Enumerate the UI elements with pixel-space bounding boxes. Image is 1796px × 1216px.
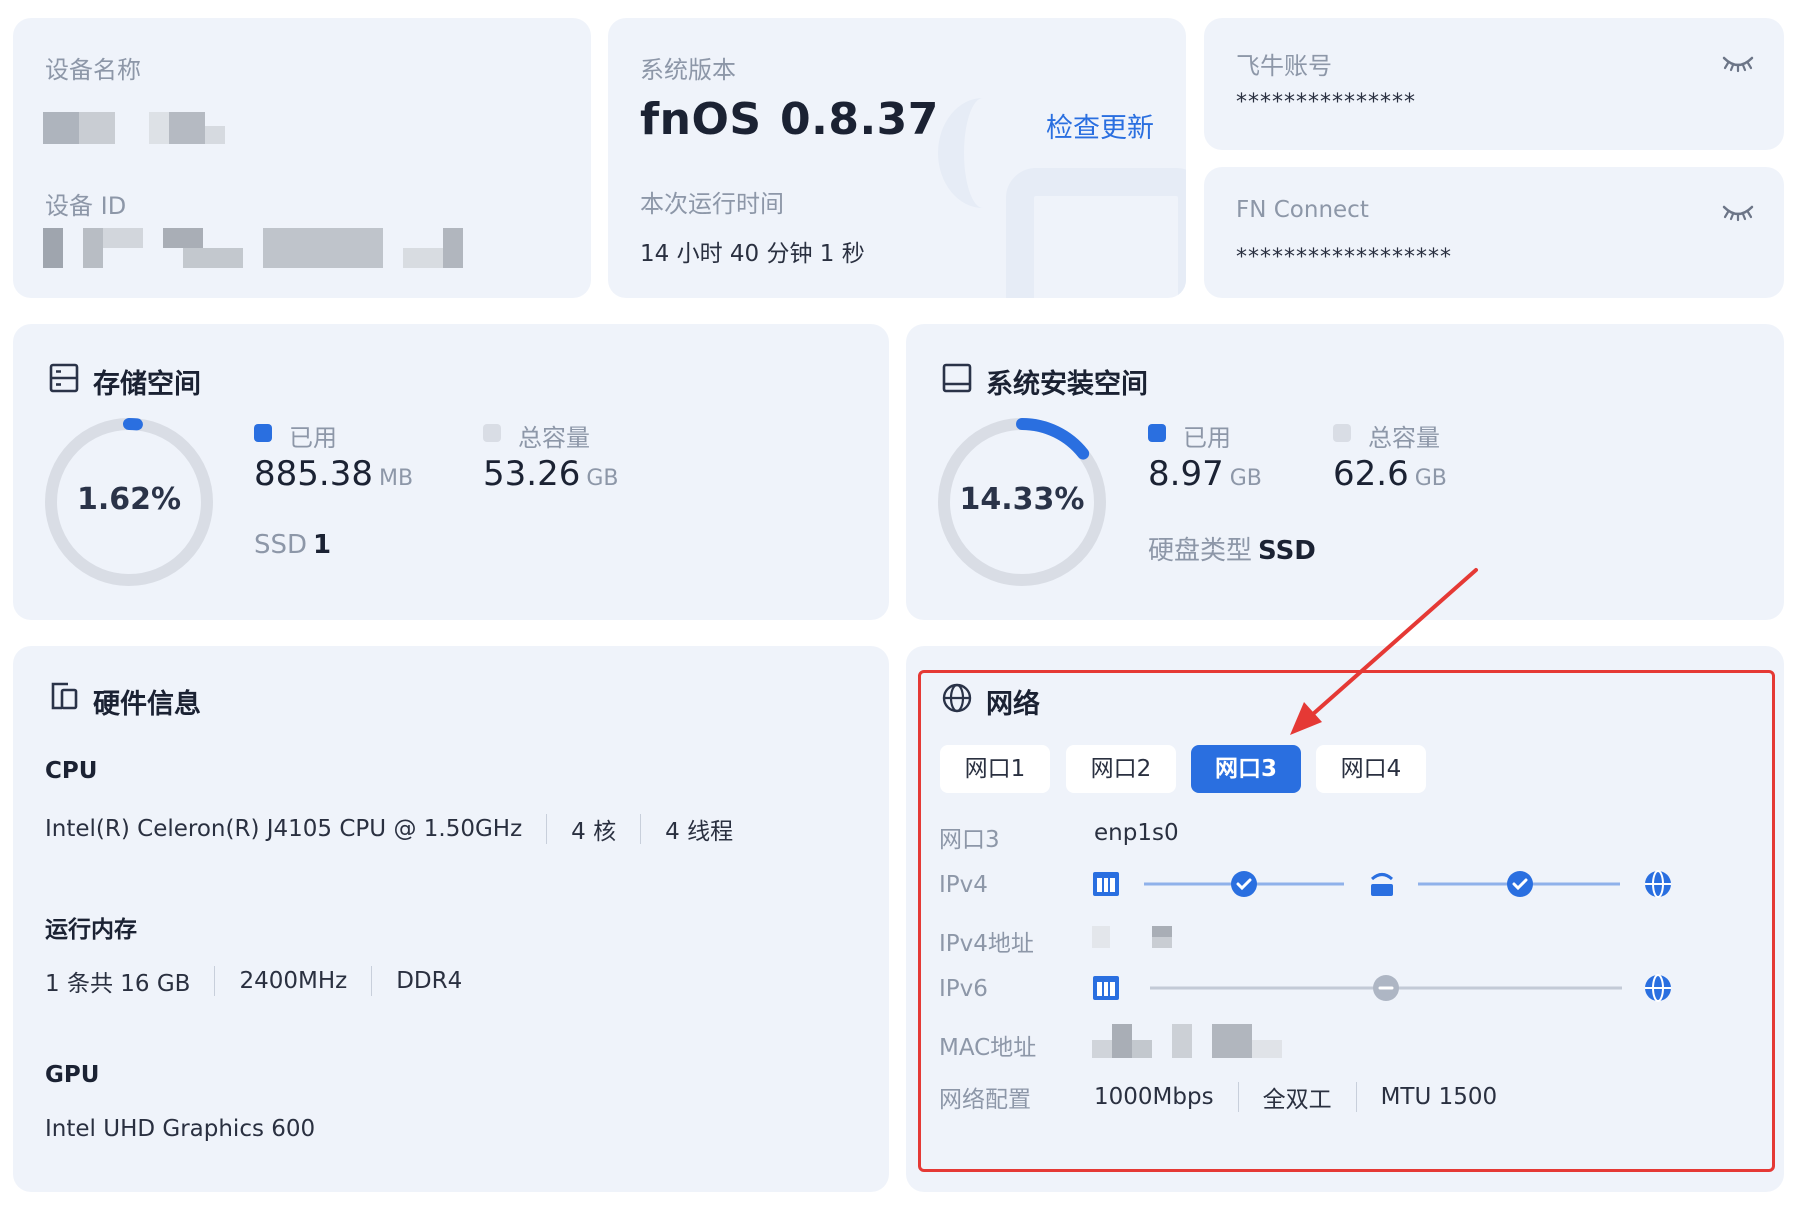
storage-disk-count: SSD 1: [254, 530, 332, 560]
system-version-label: 系统版本: [640, 56, 736, 84]
ipv4-address-label: IPv4地址: [939, 931, 1034, 957]
tab-port-4[interactable]: 网口4: [1316, 745, 1426, 793]
system-version-card: 系统版本 fnOS 0.8.37 检查更新 本次运行时间 14 小时 40 分钟…: [608, 18, 1186, 298]
cpu-model: Intel(R) Celeron(R) J4105 CPU @ 1.50GHz: [45, 816, 523, 842]
ipv6-connection-path: [1093, 974, 1671, 1002]
gpu-model: Intel UHD Graphics 600: [45, 1116, 316, 1142]
uptime-label: 本次运行时间: [640, 190, 784, 218]
port-interface: enp1s0: [1094, 820, 1179, 846]
cpu-label: CPU: [45, 758, 98, 784]
storage-total-value: 53.26 GB: [483, 454, 619, 494]
device-name-redacted: [43, 102, 233, 146]
hardware-info-card: 硬件信息 CPU Intel(R) Celeron(R) J4105 CPU @…: [13, 646, 889, 1192]
link-speed: 1000Mbps: [1094, 1084, 1214, 1110]
memory-speed: 2400MHz: [239, 968, 348, 994]
devices-icon: [51, 682, 78, 710]
ipv4-connection-path: [1093, 870, 1671, 898]
used-legend-swatch: [1148, 424, 1166, 442]
device-id-label: 设备 ID: [45, 192, 127, 220]
decorative-logo-watermark: [1006, 168, 1186, 298]
mac-address-label: MAC地址: [939, 1035, 1037, 1061]
memory-size: 1 条共 16 GB: [45, 971, 191, 997]
storage-card: 存储空间 1.62% 已用 总容量 885.38 MB 53.26 GB SSD 1: [13, 324, 889, 620]
divider: [546, 814, 548, 844]
gpu-label: GPU: [45, 1062, 100, 1088]
tab-port-3[interactable]: 网口3: [1191, 745, 1301, 793]
network-config-label: 网络配置: [939, 1087, 1031, 1113]
fn-connect-masked: ******************: [1236, 245, 1452, 270]
device-card: 设备名称 设备 ID: [13, 18, 591, 298]
system-space-total-value: 62.6 GB: [1333, 454, 1447, 494]
drive-icon: [942, 363, 972, 393]
os-version: 0.8.37: [780, 94, 939, 145]
cpu-cores: 4 核: [571, 819, 617, 845]
divider: [371, 966, 373, 996]
fn-account-label: 飞牛账号: [1236, 52, 1332, 80]
hardware-title: 硬件信息: [93, 689, 201, 720]
total-legend-swatch: [1333, 424, 1351, 442]
tab-port-1[interactable]: 网口1: [940, 745, 1050, 793]
storage-icon: [49, 363, 79, 393]
memory-info-row: 1 条共 16 GB 2400MHz DDR4: [45, 964, 462, 998]
eye-closed-icon[interactable]: [1722, 203, 1754, 223]
ipv6-label: IPv6: [939, 976, 988, 1002]
network-config-row: 1000Mbps 全双工 MTU 1500: [1094, 1080, 1497, 1114]
fn-connect-card: FN Connect ******************: [1204, 167, 1784, 298]
memory-label: 运行内存: [45, 917, 137, 943]
system-space-used-label: 已用: [1183, 424, 1231, 452]
port-label: 网口3: [939, 827, 1000, 853]
device-id-redacted: [43, 228, 493, 268]
ipv4-label: IPv4: [939, 872, 988, 898]
uptime-value: 14 小时 40 分钟 1 秒: [640, 241, 865, 267]
gpu-info-row: Intel UHD Graphics 600: [45, 1116, 315, 1142]
system-space-used-value: 8.97 GB: [1148, 454, 1262, 494]
system-space-title: 系统安装空间: [986, 369, 1148, 400]
divider: [214, 966, 216, 996]
cpu-threads: 4 线程: [665, 819, 734, 845]
tab-port-2[interactable]: 网口2: [1066, 745, 1176, 793]
duplex-mode: 全双工: [1262, 1087, 1332, 1113]
total-legend-swatch: [483, 424, 501, 442]
decorative-swirl: [938, 98, 1028, 208]
divider: [1355, 1082, 1357, 1112]
used-legend-swatch: [254, 424, 272, 442]
fn-account-card: 飞牛账号 ***************: [1204, 18, 1784, 150]
check-update-link[interactable]: 检查更新: [1046, 106, 1154, 145]
os-name: fnOS: [640, 94, 762, 145]
storage-total-label: 总容量: [518, 424, 590, 452]
divider: [640, 814, 642, 844]
device-name-label: 设备名称: [45, 56, 141, 84]
ipv4-address-redacted: [1092, 922, 1182, 950]
mac-address-redacted: [1092, 1024, 1292, 1058]
storage-title: 存储空间: [93, 369, 201, 400]
system-space-percent: 14.33%: [959, 482, 1085, 517]
storage-percent: 1.62%: [76, 482, 182, 517]
cpu-info-row: Intel(R) Celeron(R) J4105 CPU @ 1.50GHz …: [45, 812, 733, 846]
fn-account-masked: ***************: [1236, 90, 1416, 115]
storage-used-value: 885.38 MB: [254, 454, 414, 494]
mtu-value: MTU 1500: [1380, 1084, 1498, 1110]
divider: [1237, 1082, 1239, 1112]
globe-icon: [942, 683, 972, 713]
memory-type: DDR4: [396, 968, 463, 994]
eye-closed-icon[interactable]: [1722, 54, 1754, 74]
annotation-arrow: [1290, 568, 1478, 735]
system-space-total-label: 总容量: [1368, 424, 1440, 452]
fn-connect-label: FN Connect: [1236, 197, 1369, 223]
storage-used-label: 已用: [289, 424, 337, 452]
network-title: 网络: [986, 689, 1040, 720]
